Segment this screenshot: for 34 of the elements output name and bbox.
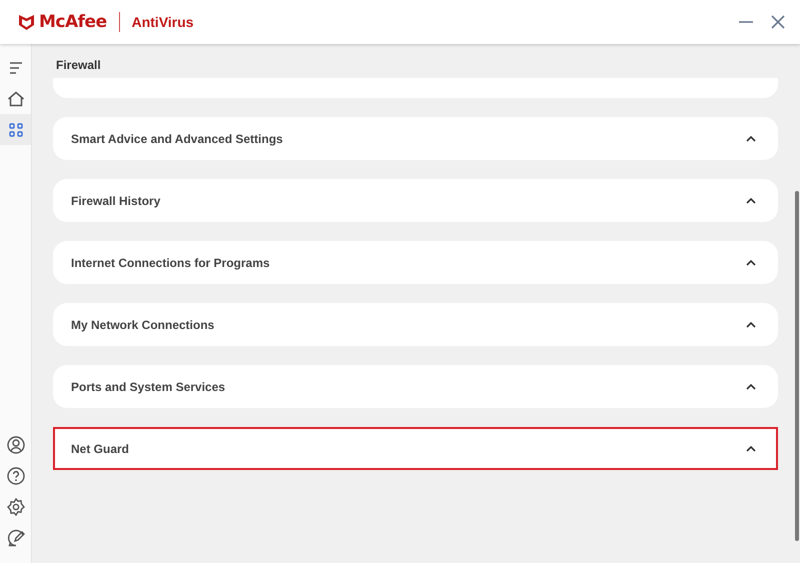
chevron-up-icon (746, 136, 756, 142)
sidebar-item[interactable] (0, 114, 31, 145)
section-header[interactable]: Net Guard (53, 427, 778, 470)
section-header[interactable]: My Network Connections (53, 303, 778, 346)
chevron-up-icon (746, 384, 756, 390)
product-name: AntiVirus (132, 14, 194, 30)
chevron-up-icon (746, 260, 756, 266)
section-header[interactable]: Ports and System Services (53, 365, 778, 408)
help-icon (6, 466, 24, 484)
section-title: My Network Connections (71, 318, 214, 332)
chevron-up-icon (746, 446, 756, 452)
account-icon (6, 436, 24, 454)
close-icon (770, 14, 786, 30)
section-title: Firewall History (71, 194, 160, 208)
section-header[interactable]: Firewall History (53, 179, 778, 222)
section-title: Net Guard (71, 442, 130, 456)
scrollbar[interactable] (795, 191, 799, 541)
brand-name: McAfee (39, 12, 107, 32)
section-header[interactable]: Internet Connections for Programs (53, 241, 778, 284)
shield-logo-icon (18, 14, 35, 30)
chevron-up-icon (746, 322, 756, 328)
section-title: Smart Advice and Advanced Settings (71, 132, 283, 146)
home-icon (6, 90, 24, 106)
apps-icon (8, 122, 22, 136)
feedback-icon (6, 528, 24, 546)
section-title: Internet Connections for Programs (71, 256, 270, 270)
section-header[interactable]: Smart Advice and Advanced Settings (53, 117, 778, 160)
menu-icon (8, 62, 22, 74)
minimize-icon (738, 21, 754, 23)
close-button[interactable] (770, 14, 786, 30)
page-title: Firewall (55, 57, 102, 74)
settings-icon (6, 498, 24, 516)
section-title: Ports and System Services (71, 380, 226, 394)
chevron-up-icon (746, 198, 756, 204)
